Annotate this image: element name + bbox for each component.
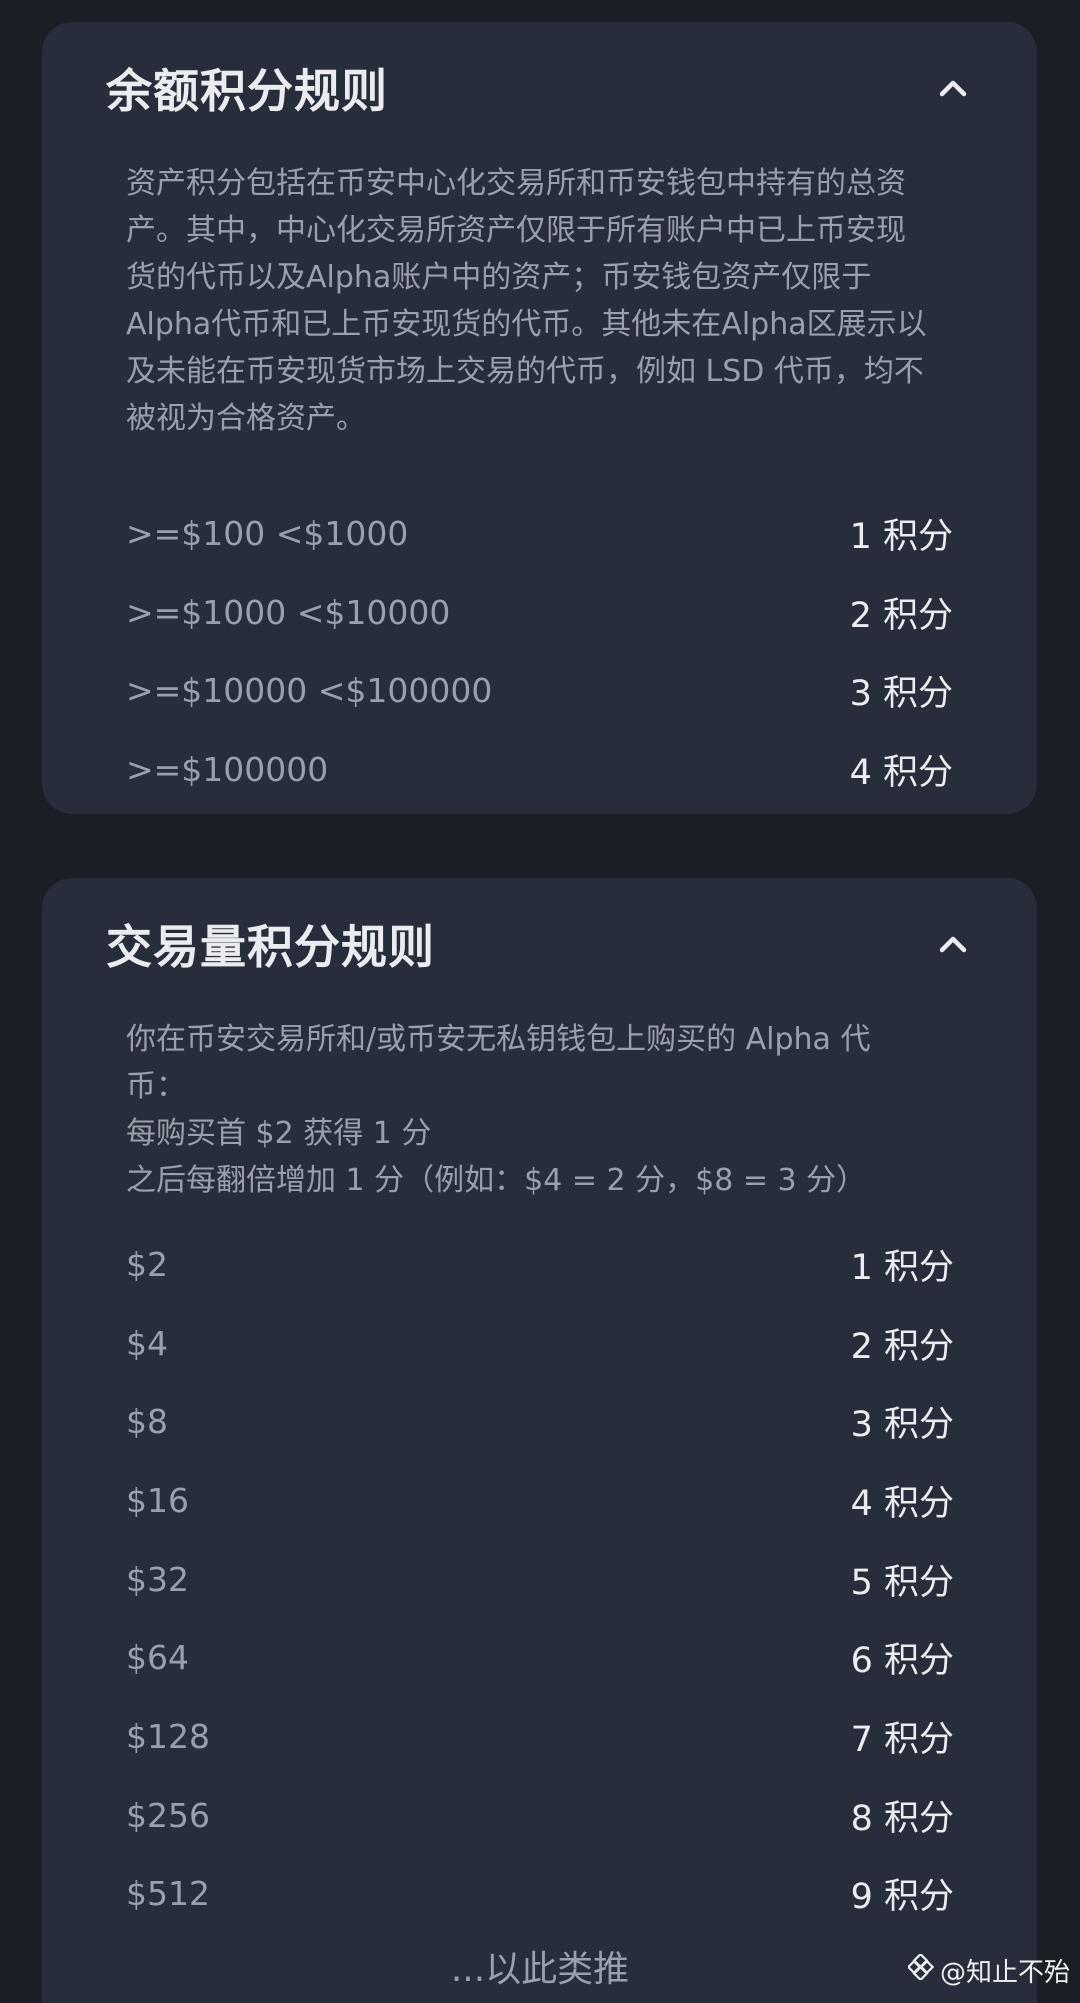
rule-threshold: >=$1000 <$10000 (126, 592, 451, 632)
rule-threshold: $16 (126, 1480, 189, 1520)
volume-card-title: 交易量积分规则 (106, 920, 435, 974)
rule-row: $128 7 积分 (126, 1697, 954, 1776)
volume-card-header[interactable]: 交易量积分规则 (106, 914, 973, 974)
rule-row: >=$100 <$1000 1 积分 (126, 494, 953, 573)
volume-rules-list: $2 1 积分 $4 2 积分 $8 3 积分 $16 4 积分 $32 5 积… (126, 1225, 954, 1933)
rule-threshold: $128 (126, 1716, 210, 1756)
balance-points-card: 余额积分规则 资产积分包括在币安中心化交易所和币安钱包中持有的总资 产。其中，中… (42, 22, 1037, 814)
rule-threshold: $4 (126, 1323, 168, 1363)
rule-threshold: $2 (126, 1244, 168, 1284)
rule-threshold: $8 (126, 1402, 168, 1442)
rule-threshold: $64 (126, 1638, 189, 1678)
watermark: @知止不殆 (906, 1952, 1070, 1989)
rule-points: 7 积分 (850, 1719, 954, 1760)
page: 余额积分规则 资产积分包括在币安中心化交易所和币安钱包中持有的总资 产。其中，中… (0, 0, 1080, 2003)
rule-threshold: >=$100000 (126, 749, 329, 789)
balance-rules-list: >=$100 <$1000 1 积分 >=$1000 <$10000 2 积分 … (126, 494, 953, 809)
volume-card-description: 你在币安交易所和/或币安无私钥钱包上购买的 Alpha 代 币： 每购买首 $2… (126, 1022, 871, 1198)
rule-points: 1 积分 (849, 516, 953, 557)
rule-row: $16 4 积分 (126, 1461, 954, 1540)
balance-card-header[interactable]: 余额积分规则 (106, 58, 973, 118)
rule-row: $512 9 积分 (126, 1855, 954, 1934)
rule-points: 3 积分 (850, 1405, 954, 1446)
rule-row: $4 2 积分 (126, 1304, 954, 1383)
rule-points: 2 积分 (850, 1326, 954, 1367)
rule-threshold: >=$10000 <$100000 (126, 671, 493, 711)
rule-row: >=$100000 4 积分 (126, 730, 953, 809)
rule-threshold: $512 (126, 1874, 210, 1914)
diamond-logo-icon (906, 1952, 935, 1987)
balance-card-title: 余额积分规则 (106, 64, 388, 118)
chevron-up-icon[interactable] (933, 68, 973, 108)
rule-row: >=$10000 <$100000 3 积分 (126, 651, 953, 730)
rule-points: 3 积分 (849, 674, 953, 715)
rule-row: $256 8 积分 (126, 1776, 954, 1855)
rule-points: 4 积分 (850, 1483, 954, 1524)
rule-threshold: >=$100 <$1000 (126, 513, 409, 553)
balance-card-description: 资产积分包括在币安中心化交易所和币安钱包中持有的总资 产。其中，中心化交易所资产… (126, 166, 927, 436)
rule-points: 6 积分 (850, 1641, 954, 1682)
rule-points: 8 积分 (850, 1798, 954, 1839)
rule-points: 2 积分 (849, 595, 953, 636)
chevron-up-icon[interactable] (933, 924, 973, 964)
rule-threshold: $32 (126, 1559, 189, 1599)
rule-points: 5 积分 (850, 1562, 954, 1603)
rule-row: $64 6 积分 (126, 1618, 954, 1697)
rule-points: 1 积分 (850, 1247, 954, 1288)
rule-row: $2 1 积分 (126, 1225, 954, 1304)
rule-row: $32 5 积分 (126, 1540, 954, 1619)
watermark-text: @知止不殆 (939, 1958, 1070, 1988)
rule-row: >=$1000 <$10000 2 积分 (126, 573, 953, 652)
rule-points: 9 积分 (850, 1877, 954, 1918)
rule-threshold: $256 (126, 1795, 210, 1835)
rule-row: $8 3 积分 (126, 1382, 954, 1461)
rule-points: 4 积分 (849, 752, 953, 793)
